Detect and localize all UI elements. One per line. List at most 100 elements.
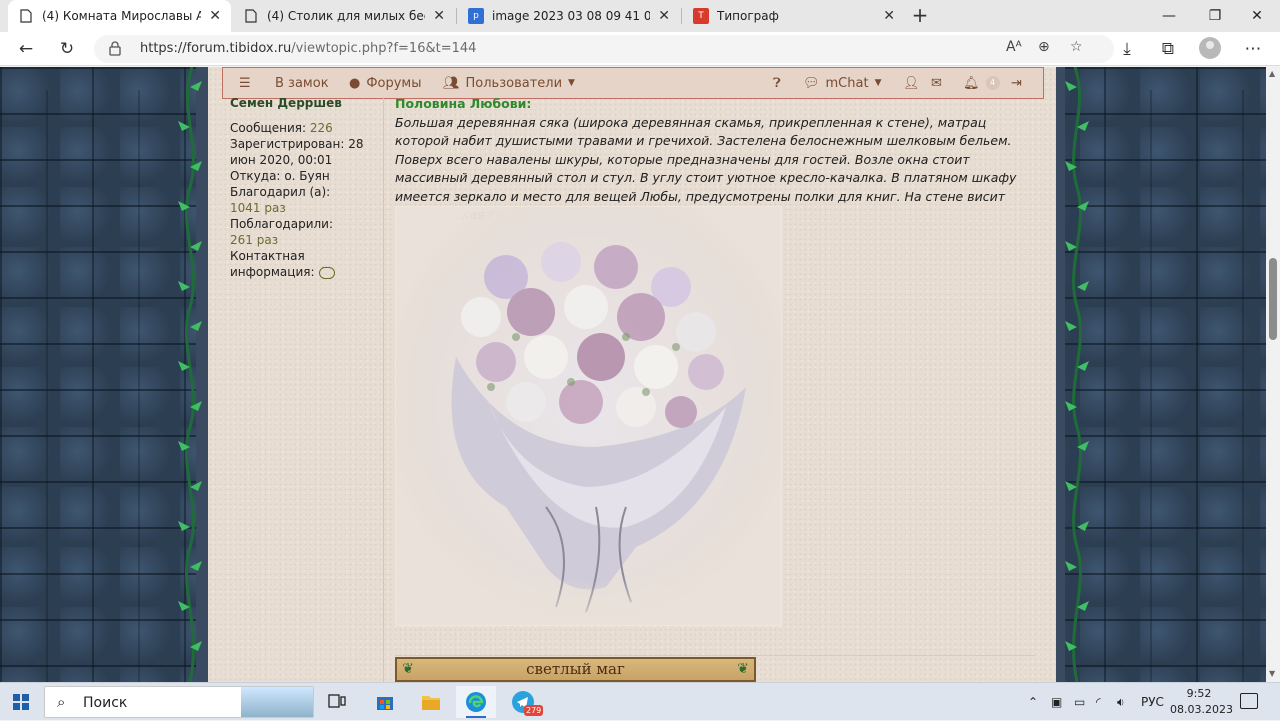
edge-icon[interactable] bbox=[456, 686, 496, 718]
battery-icon[interactable]: ▭ bbox=[1074, 683, 1085, 721]
explorer-icon[interactable] bbox=[411, 686, 451, 718]
users-icon: 👥︎ bbox=[443, 75, 460, 91]
post-profile: Семен Дерршев Сообщения: 226 Зарегистрир… bbox=[222, 95, 384, 682]
nav-forums-link[interactable]: ● Форумы bbox=[349, 68, 422, 98]
page-icon bbox=[243, 8, 259, 24]
signature-divider bbox=[395, 655, 1035, 656]
close-icon[interactable]: ✕ bbox=[883, 8, 895, 24]
notifications-count: 4 bbox=[985, 76, 1000, 90]
chevron-down-icon: ▼ bbox=[874, 78, 882, 88]
menu-icon[interactable]: ⋯ bbox=[1240, 36, 1266, 62]
clock-time: 9:52 bbox=[1186, 687, 1212, 700]
tab-stolik[interactable]: (4) Столик для милых бесед - С ✕ bbox=[233, 0, 455, 32]
minimize-icon[interactable]: — bbox=[1146, 0, 1192, 32]
downloads-icon[interactable]: ⤓ bbox=[1114, 36, 1140, 62]
tab-title: Типограф bbox=[717, 9, 779, 23]
nav-home-label: В замок bbox=[275, 75, 329, 91]
profile-field-contact: Контактная информация: bbox=[230, 248, 380, 280]
inbox-button[interactable]: ✉ bbox=[931, 68, 942, 98]
ornament-icon: ❦ bbox=[402, 661, 414, 677]
back-icon[interactable]: ← bbox=[13, 36, 39, 62]
taskbar-search[interactable]: ⌕ Поиск bbox=[44, 686, 314, 718]
contact-icon[interactable] bbox=[318, 261, 335, 279]
tab-title: image 2023 03 08 09 41 05 — Ро bbox=[492, 9, 651, 23]
nav-mchat-dropdown[interactable]: 💬︎ mChat ▼ bbox=[803, 68, 881, 98]
store-icon[interactable] bbox=[365, 686, 405, 718]
profile-field-thanks-received: Поблагодарили: 261 раз bbox=[230, 216, 380, 248]
telegram-badge: 279 bbox=[524, 705, 544, 716]
lock-icon bbox=[109, 41, 121, 56]
bouquet-illustration bbox=[396, 207, 781, 625]
read-aloud-icon[interactable]: Aᴬ bbox=[1006, 39, 1022, 55]
signature-text: светлый маг bbox=[526, 660, 625, 678]
nav-users-label: Пользователи bbox=[465, 75, 563, 91]
scroll-down-icon[interactable]: ▼ bbox=[1269, 669, 1275, 678]
tab-komnata[interactable]: (4) Комната Мирославы Альд и ✕ bbox=[8, 0, 231, 32]
scroll-up-icon[interactable]: ▲ bbox=[1269, 69, 1275, 78]
tab-image[interactable]: p image 2023 03 08 09 41 05 — Ро ✕ bbox=[458, 0, 680, 32]
post-heading: Половина Любови: bbox=[395, 96, 532, 111]
chat-icon: 💬︎ bbox=[803, 75, 820, 91]
search-icon: ⌕ bbox=[57, 693, 66, 711]
telegram-icon[interactable]: 279 bbox=[503, 686, 544, 718]
close-icon[interactable]: ✕ bbox=[433, 8, 445, 24]
favorite-icon[interactable]: ☆ bbox=[1070, 39, 1083, 55]
ivy-border-left bbox=[178, 67, 202, 682]
image-host-icon: p bbox=[468, 8, 484, 24]
refresh-icon[interactable]: ↻ bbox=[54, 36, 80, 62]
browser-toolbar: ← ↻ https://forum.tibidox.ru/viewtopic.p… bbox=[0, 32, 1280, 66]
tab-separator bbox=[456, 8, 457, 24]
notifications-button[interactable]: 🔔︎ 4 bbox=[963, 68, 1000, 98]
close-icon[interactable]: ✕ bbox=[1234, 0, 1280, 32]
page-scrollbar[interactable]: ▲ ▼ bbox=[1266, 67, 1280, 682]
task-view-icon[interactable] bbox=[317, 686, 357, 718]
close-icon[interactable]: ✕ bbox=[209, 8, 221, 24]
chevron-up-icon[interactable]: ⌃ bbox=[1028, 683, 1038, 721]
ivy-border-right bbox=[1065, 67, 1089, 682]
nav-forums-label: Форумы bbox=[366, 75, 422, 91]
question-icon: ❓︎ bbox=[773, 75, 781, 91]
inbox-icon: ✉ bbox=[931, 75, 942, 91]
address-bar[interactable]: https://forum.tibidox.ru/viewtopic.php?f… bbox=[94, 35, 1114, 63]
bell-icon: 🔔︎ bbox=[963, 75, 980, 91]
system-clock[interactable]: 9:52 08.03.2023 bbox=[1170, 686, 1233, 718]
scrollbar-thumb[interactable] bbox=[1269, 258, 1277, 340]
profile-field-location: Откуда: о. Буян bbox=[230, 168, 380, 184]
notification-center-icon[interactable] bbox=[1240, 693, 1258, 709]
logout-button[interactable]: ⇥ bbox=[1011, 68, 1022, 98]
extensions-icon[interactable]: ⧉ bbox=[1155, 36, 1181, 62]
nav-home-link[interactable]: В замок bbox=[275, 68, 329, 98]
user-icon: 👤︎ bbox=[903, 75, 920, 91]
url-host: https://forum.tibidox.ru bbox=[140, 41, 292, 56]
logout-icon: ⇥ bbox=[1011, 75, 1022, 91]
field-label: Зарегистрирован: bbox=[230, 137, 345, 151]
tab-title: (4) Комната Мирославы Альд и bbox=[42, 9, 202, 23]
restore-icon[interactable]: ❐ bbox=[1192, 0, 1238, 32]
tab-title: (4) Столик для милых бесед - С bbox=[267, 9, 425, 23]
profile-button[interactable]: 👤︎ bbox=[903, 68, 920, 98]
post-author[interactable]: Семен Дерршев bbox=[230, 95, 342, 111]
nav-users-dropdown[interactable]: 👥︎ Пользователи ▼ bbox=[443, 68, 575, 98]
help-button[interactable]: ❓︎ bbox=[773, 68, 781, 98]
profile-icon[interactable] bbox=[1199, 37, 1221, 59]
search-highlight-art bbox=[241, 687, 313, 717]
field-value[interactable]: 261 раз bbox=[230, 233, 278, 247]
tab-tipograf[interactable]: T Типограф ✕ bbox=[683, 0, 905, 32]
meet-now-icon[interactable]: ▣ bbox=[1051, 683, 1062, 721]
field-value[interactable]: 226 bbox=[310, 121, 333, 135]
plus-icon[interactable]: + bbox=[908, 4, 932, 28]
profile-fields: Сообщения: 226 Зарегистрирован: 28 июн 2… bbox=[230, 120, 380, 280]
bouquet-image[interactable] bbox=[395, 206, 782, 626]
ornament-icon: ❦ bbox=[737, 661, 749, 677]
zoom-icon[interactable]: ⊕ bbox=[1038, 39, 1050, 55]
field-value[interactable]: 1041 раз bbox=[230, 201, 286, 215]
volume-icon[interactable]: 🔉︎ bbox=[1117, 683, 1125, 721]
language-indicator[interactable]: РУС bbox=[1141, 683, 1164, 721]
close-icon[interactable]: ✕ bbox=[658, 8, 670, 24]
wifi-icon[interactable]: ◜ bbox=[1096, 683, 1101, 721]
menu-button[interactable]: ☰ bbox=[239, 68, 251, 98]
profile-field-posts: Сообщения: 226 bbox=[230, 120, 380, 136]
page-icon bbox=[18, 8, 34, 24]
windows-start-icon[interactable] bbox=[13, 694, 29, 710]
signature-banner: ❦ светлый маг ❦ bbox=[395, 657, 756, 682]
